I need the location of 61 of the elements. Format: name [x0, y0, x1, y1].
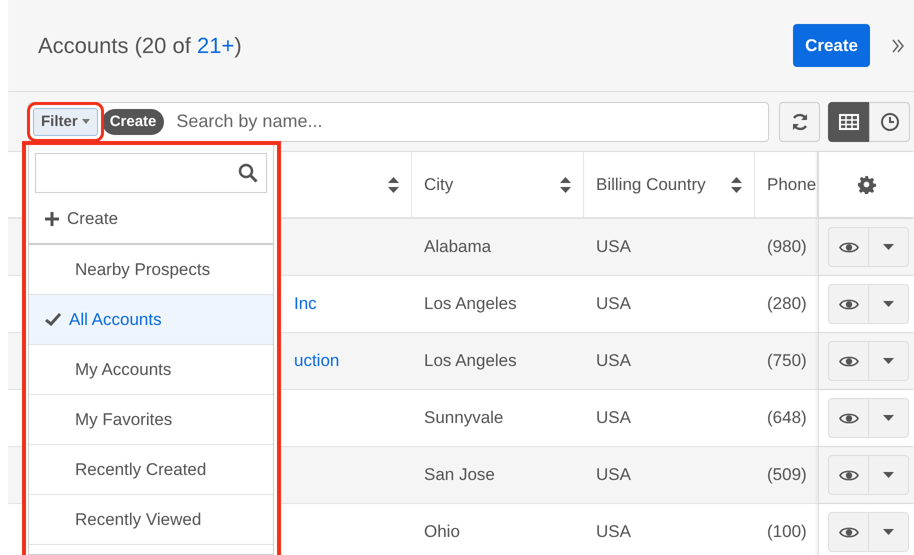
caret-icon — [883, 358, 894, 364]
refresh-button[interactable] — [779, 102, 820, 142]
search-icon — [238, 163, 258, 183]
filter-menu-item[interactable]: Recently Created — [29, 445, 273, 495]
eye-icon — [838, 240, 858, 254]
column-header[interactable]: Billing Country — [584, 152, 755, 217]
caret-icon — [883, 472, 894, 478]
account-name-link[interactable]: Inc — [294, 294, 317, 314]
column-header[interactable]: Phone — [755, 152, 818, 217]
grid-icon — [838, 114, 858, 130]
table-cell: Sunnyvale — [424, 408, 504, 428]
create-filter-button[interactable]: Create — [102, 108, 164, 134]
filter-menu-item[interactable]: Recently Viewed — [29, 495, 273, 545]
table-cell: Los Angeles — [424, 294, 517, 314]
caret-icon — [883, 529, 894, 535]
table-cell: San Jose — [424, 465, 495, 485]
settings-icon[interactable] — [857, 175, 876, 194]
eye-icon — [838, 298, 858, 310]
filter-menu-item[interactable]: Create — [29, 195, 273, 245]
account-name-link[interactable]: uction — [294, 351, 340, 371]
column-header[interactable]: City — [412, 152, 584, 217]
table-cell: Ohio — [424, 522, 460, 542]
table-cell: USA — [596, 522, 631, 542]
sort-icon[interactable] — [560, 176, 571, 192]
page-title: Accounts (20 of 21+) — [38, 32, 243, 58]
table-cell: (280) — [767, 294, 807, 314]
filter-menu-item[interactable]: All Accounts — [29, 295, 273, 345]
search-field[interactable]: Filter Create Search by name... — [28, 102, 769, 142]
table-cell: USA — [596, 408, 631, 428]
table-cell: Los Angeles — [424, 351, 517, 371]
table-cell: USA — [596, 294, 631, 314]
eye-icon — [838, 354, 858, 368]
table-cell: (509) — [767, 465, 807, 485]
eye-icon — [838, 468, 858, 482]
table-cell: (980) — [767, 237, 807, 257]
sort-icon[interactable] — [388, 176, 399, 192]
double-chevron-icon[interactable] — [892, 38, 904, 52]
table-cell: USA — [596, 465, 631, 485]
caret-icon — [883, 301, 894, 307]
plus-icon — [45, 212, 59, 226]
table-cell: (750) — [767, 351, 807, 371]
table-cell: Alabama — [424, 237, 492, 257]
clock-icon — [880, 112, 900, 132]
caret-icon — [82, 119, 90, 124]
table-cell: (100) — [767, 522, 807, 542]
table-cell: USA — [596, 351, 631, 371]
table-cell: (648) — [767, 408, 807, 428]
filter-menu-item[interactable]: My Favorites — [29, 395, 273, 445]
caret-icon — [883, 415, 894, 421]
sort-icon[interactable] — [731, 176, 742, 192]
list-view-button[interactable] — [828, 102, 869, 142]
eye-icon — [838, 412, 858, 424]
total-count-link[interactable]: 21+ — [196, 32, 234, 58]
filter-menu-item[interactable]: My Accounts — [29, 345, 273, 395]
history-view-button[interactable] — [869, 102, 910, 142]
eye-icon — [838, 526, 858, 538]
create-button[interactable]: Create — [793, 24, 870, 67]
filter-search-field[interactable] — [35, 153, 267, 193]
check-icon — [45, 313, 61, 326]
table-cell: USA — [596, 237, 631, 257]
caret-icon — [883, 244, 894, 250]
